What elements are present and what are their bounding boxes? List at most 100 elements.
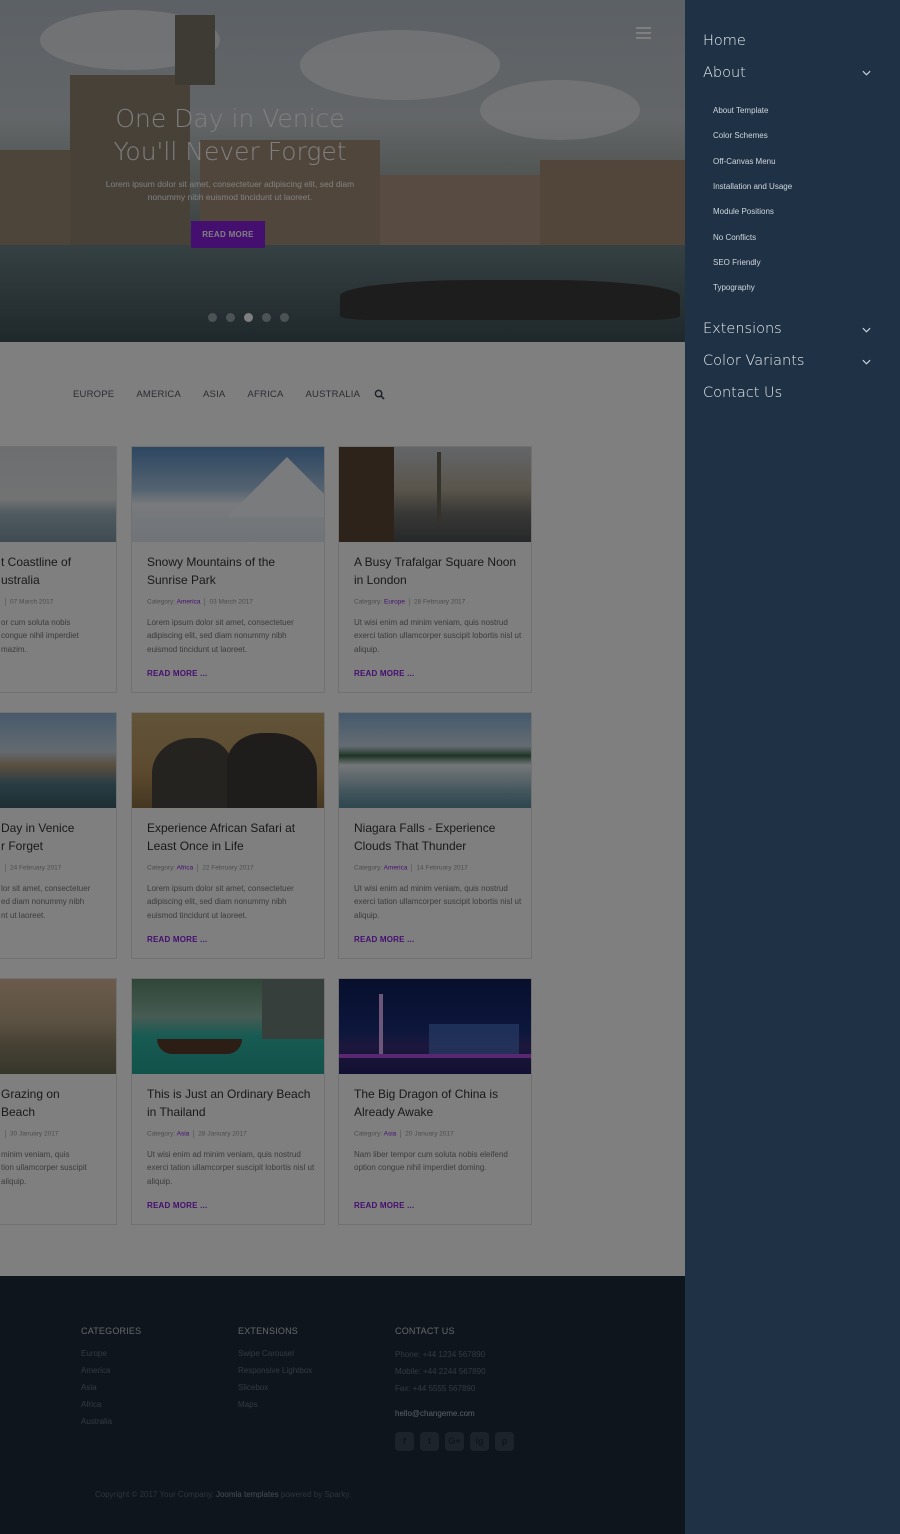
read-more-link[interactable]: READ MORE ...: [147, 935, 207, 944]
submenu-item[interactable]: SEO Friendly: [713, 258, 761, 267]
article-card[interactable]: Grazing on Beach 30 January 2017 minim ven…: [0, 978, 117, 1225]
article-title[interactable]: Niagara Falls - Experience Clouds That T…: [354, 819, 524, 855]
slider-dot[interactable]: [280, 313, 289, 322]
article-image[interactable]: [132, 447, 324, 542]
article-card[interactable]: The Big Dragon of China is Already Awake…: [338, 978, 532, 1225]
category-link[interactable]: America: [384, 865, 408, 872]
submenu-item[interactable]: Color Schemes: [713, 131, 768, 140]
menu-item-extensions[interactable]: Extensions: [703, 321, 782, 337]
chevron-down-icon[interactable]: [862, 70, 871, 76]
meta-divider: [5, 598, 6, 606]
footer-category-link[interactable]: America: [81, 1362, 112, 1379]
facebook-icon[interactable]: f: [395, 1432, 414, 1451]
article-date: 24 February 2017: [10, 864, 62, 872]
menu-item-home[interactable]: Home: [703, 33, 746, 49]
article-image[interactable]: [0, 713, 116, 808]
slider-dot[interactable]: [244, 313, 253, 322]
category-link[interactable]: America: [177, 599, 201, 606]
footer-category-link[interactable]: Africa: [81, 1396, 112, 1413]
article-card[interactable]: Niagara Falls - Experience Clouds That T…: [338, 712, 532, 959]
article-card[interactable]: A Busy Trafalgar Square Noon in London Ca…: [338, 446, 532, 693]
article-image[interactable]: [132, 713, 324, 808]
menu-item-contact[interactable]: Contact Us: [703, 385, 782, 401]
read-more-link[interactable]: READ MORE ...: [354, 1201, 414, 1210]
footer-category-link[interactable]: Australia: [81, 1413, 112, 1430]
article-title[interactable]: t Coastline of ustralia: [1, 553, 106, 589]
read-more-link[interactable]: READ MORE ...: [354, 935, 414, 944]
article-excerpt: or cum soluta nobis congue nihil imperdi…: [1, 618, 79, 654]
hero-slider[interactable]: One Day in Venice You'll Never Forget Lo…: [0, 0, 685, 342]
submenu-item[interactable]: Off-Canvas Menu: [713, 157, 776, 166]
article-title[interactable]: The Big Dragon of China is Already Awake: [354, 1085, 524, 1121]
article-date: 30 January 2017: [10, 1130, 59, 1138]
copyright-text: Copyright © 2017 Your Company.: [95, 1490, 214, 1499]
article-excerpt: Nam liber tempor cum soluta nobis eleife…: [354, 1150, 508, 1173]
article-card[interactable]: This is Just an Ordinary Beach in Thaila…: [131, 978, 325, 1225]
search-icon[interactable]: [374, 389, 385, 400]
pinterest-icon[interactable]: p: [495, 1432, 514, 1451]
footer-category-link[interactable]: Europe: [81, 1345, 112, 1362]
footer-contact-info: Phone: +44 1234 567890 Mobile: +44 2244 …: [395, 1346, 486, 1397]
slider-dot[interactable]: [262, 313, 271, 322]
submenu-item[interactable]: Typography: [713, 283, 755, 292]
article-card[interactable]: Day in Venice r Forget 24 February 2017 lo…: [0, 712, 117, 959]
article-image[interactable]: [0, 447, 116, 542]
hero-read-more-button[interactable]: READ MORE: [191, 221, 265, 248]
article-title[interactable]: Grazing on Beach: [1, 1085, 106, 1121]
slider-dot[interactable]: [208, 313, 217, 322]
category-link[interactable]: Europe: [384, 599, 405, 606]
read-more-link[interactable]: READ MORE ...: [147, 669, 207, 678]
article-date: 28 February 2017: [413, 598, 466, 606]
google-plus-icon[interactable]: G+: [445, 1432, 464, 1451]
submenu-item[interactable]: No Conflicts: [713, 233, 756, 242]
chevron-down-icon[interactable]: [862, 327, 871, 333]
article-card[interactable]: Snowy Mountains of the Sunrise Park Categ…: [131, 446, 325, 693]
article-title[interactable]: A Busy Trafalgar Square Noon in London: [354, 553, 524, 589]
article-image[interactable]: [132, 979, 324, 1074]
category-link[interactable]: Asia: [177, 1131, 190, 1138]
read-more-link[interactable]: READ MORE ...: [147, 1201, 207, 1210]
slider-dot[interactable]: [226, 313, 235, 322]
article-title[interactable]: Experience African Safari at Least Once …: [147, 819, 317, 855]
menu-item-color-variants[interactable]: Color Variants: [703, 353, 804, 369]
slider-dots: [208, 313, 289, 322]
copyright-link[interactable]: Joomla templates: [216, 1490, 279, 1499]
article-title[interactable]: Day in Venice r Forget: [1, 819, 106, 855]
tab-europe[interactable]: EUROPE: [73, 389, 114, 400]
footer-extension-link[interactable]: Maps: [238, 1396, 312, 1413]
category-link[interactable]: Asia: [384, 1131, 397, 1138]
category-label: Category:: [147, 598, 176, 606]
footer-categories-list: Europe America Asia Africa Australia: [81, 1345, 112, 1430]
tab-america[interactable]: AMERICA: [136, 389, 181, 400]
category-label: Category:: [354, 1130, 383, 1138]
tab-africa[interactable]: AFRICA: [247, 389, 283, 400]
footer-category-link[interactable]: Asia: [81, 1379, 112, 1396]
read-more-link[interactable]: READ MORE ...: [354, 669, 414, 678]
hamburger-icon[interactable]: [636, 27, 651, 39]
submenu-item[interactable]: Module Positions: [713, 207, 774, 216]
article-image[interactable]: [339, 447, 531, 542]
category-label: Category:: [147, 864, 176, 872]
article-image[interactable]: [339, 713, 531, 808]
article-title[interactable]: This is Just an Ordinary Beach in Thaila…: [147, 1085, 317, 1121]
tab-asia[interactable]: ASIA: [203, 389, 225, 400]
article-card[interactable]: t Coastline of ustralia 07 March 2017 or c…: [0, 446, 117, 693]
tab-australia[interactable]: AUSTRALIA: [306, 389, 361, 400]
submenu-item[interactable]: Installation and Usage: [713, 182, 792, 191]
article-card[interactable]: Experience African Safari at Least Once …: [131, 712, 325, 959]
footer-extension-link[interactable]: Slicebox: [238, 1379, 312, 1396]
article-title[interactable]: Snowy Mountains of the Sunrise Park: [147, 553, 317, 589]
footer-phone: Phone: +44 1234 567890: [395, 1350, 486, 1359]
submenu-item[interactable]: About Template: [713, 106, 768, 115]
footer-email-link[interactable]: hello@changeme.com: [395, 1405, 475, 1422]
chevron-down-icon[interactable]: [862, 359, 871, 365]
menu-item-about[interactable]: About: [703, 65, 746, 81]
article-image[interactable]: [0, 979, 116, 1074]
twitter-icon[interactable]: t: [420, 1432, 439, 1451]
footer-extension-link[interactable]: Responsive Lightbox: [238, 1362, 312, 1379]
article-image[interactable]: [339, 979, 531, 1074]
category-link[interactable]: Africa: [177, 865, 194, 872]
instagram-icon[interactable]: ig: [470, 1432, 489, 1451]
footer-extension-link[interactable]: Swipe Carousel: [238, 1345, 312, 1362]
meta-divider: [197, 864, 199, 872]
